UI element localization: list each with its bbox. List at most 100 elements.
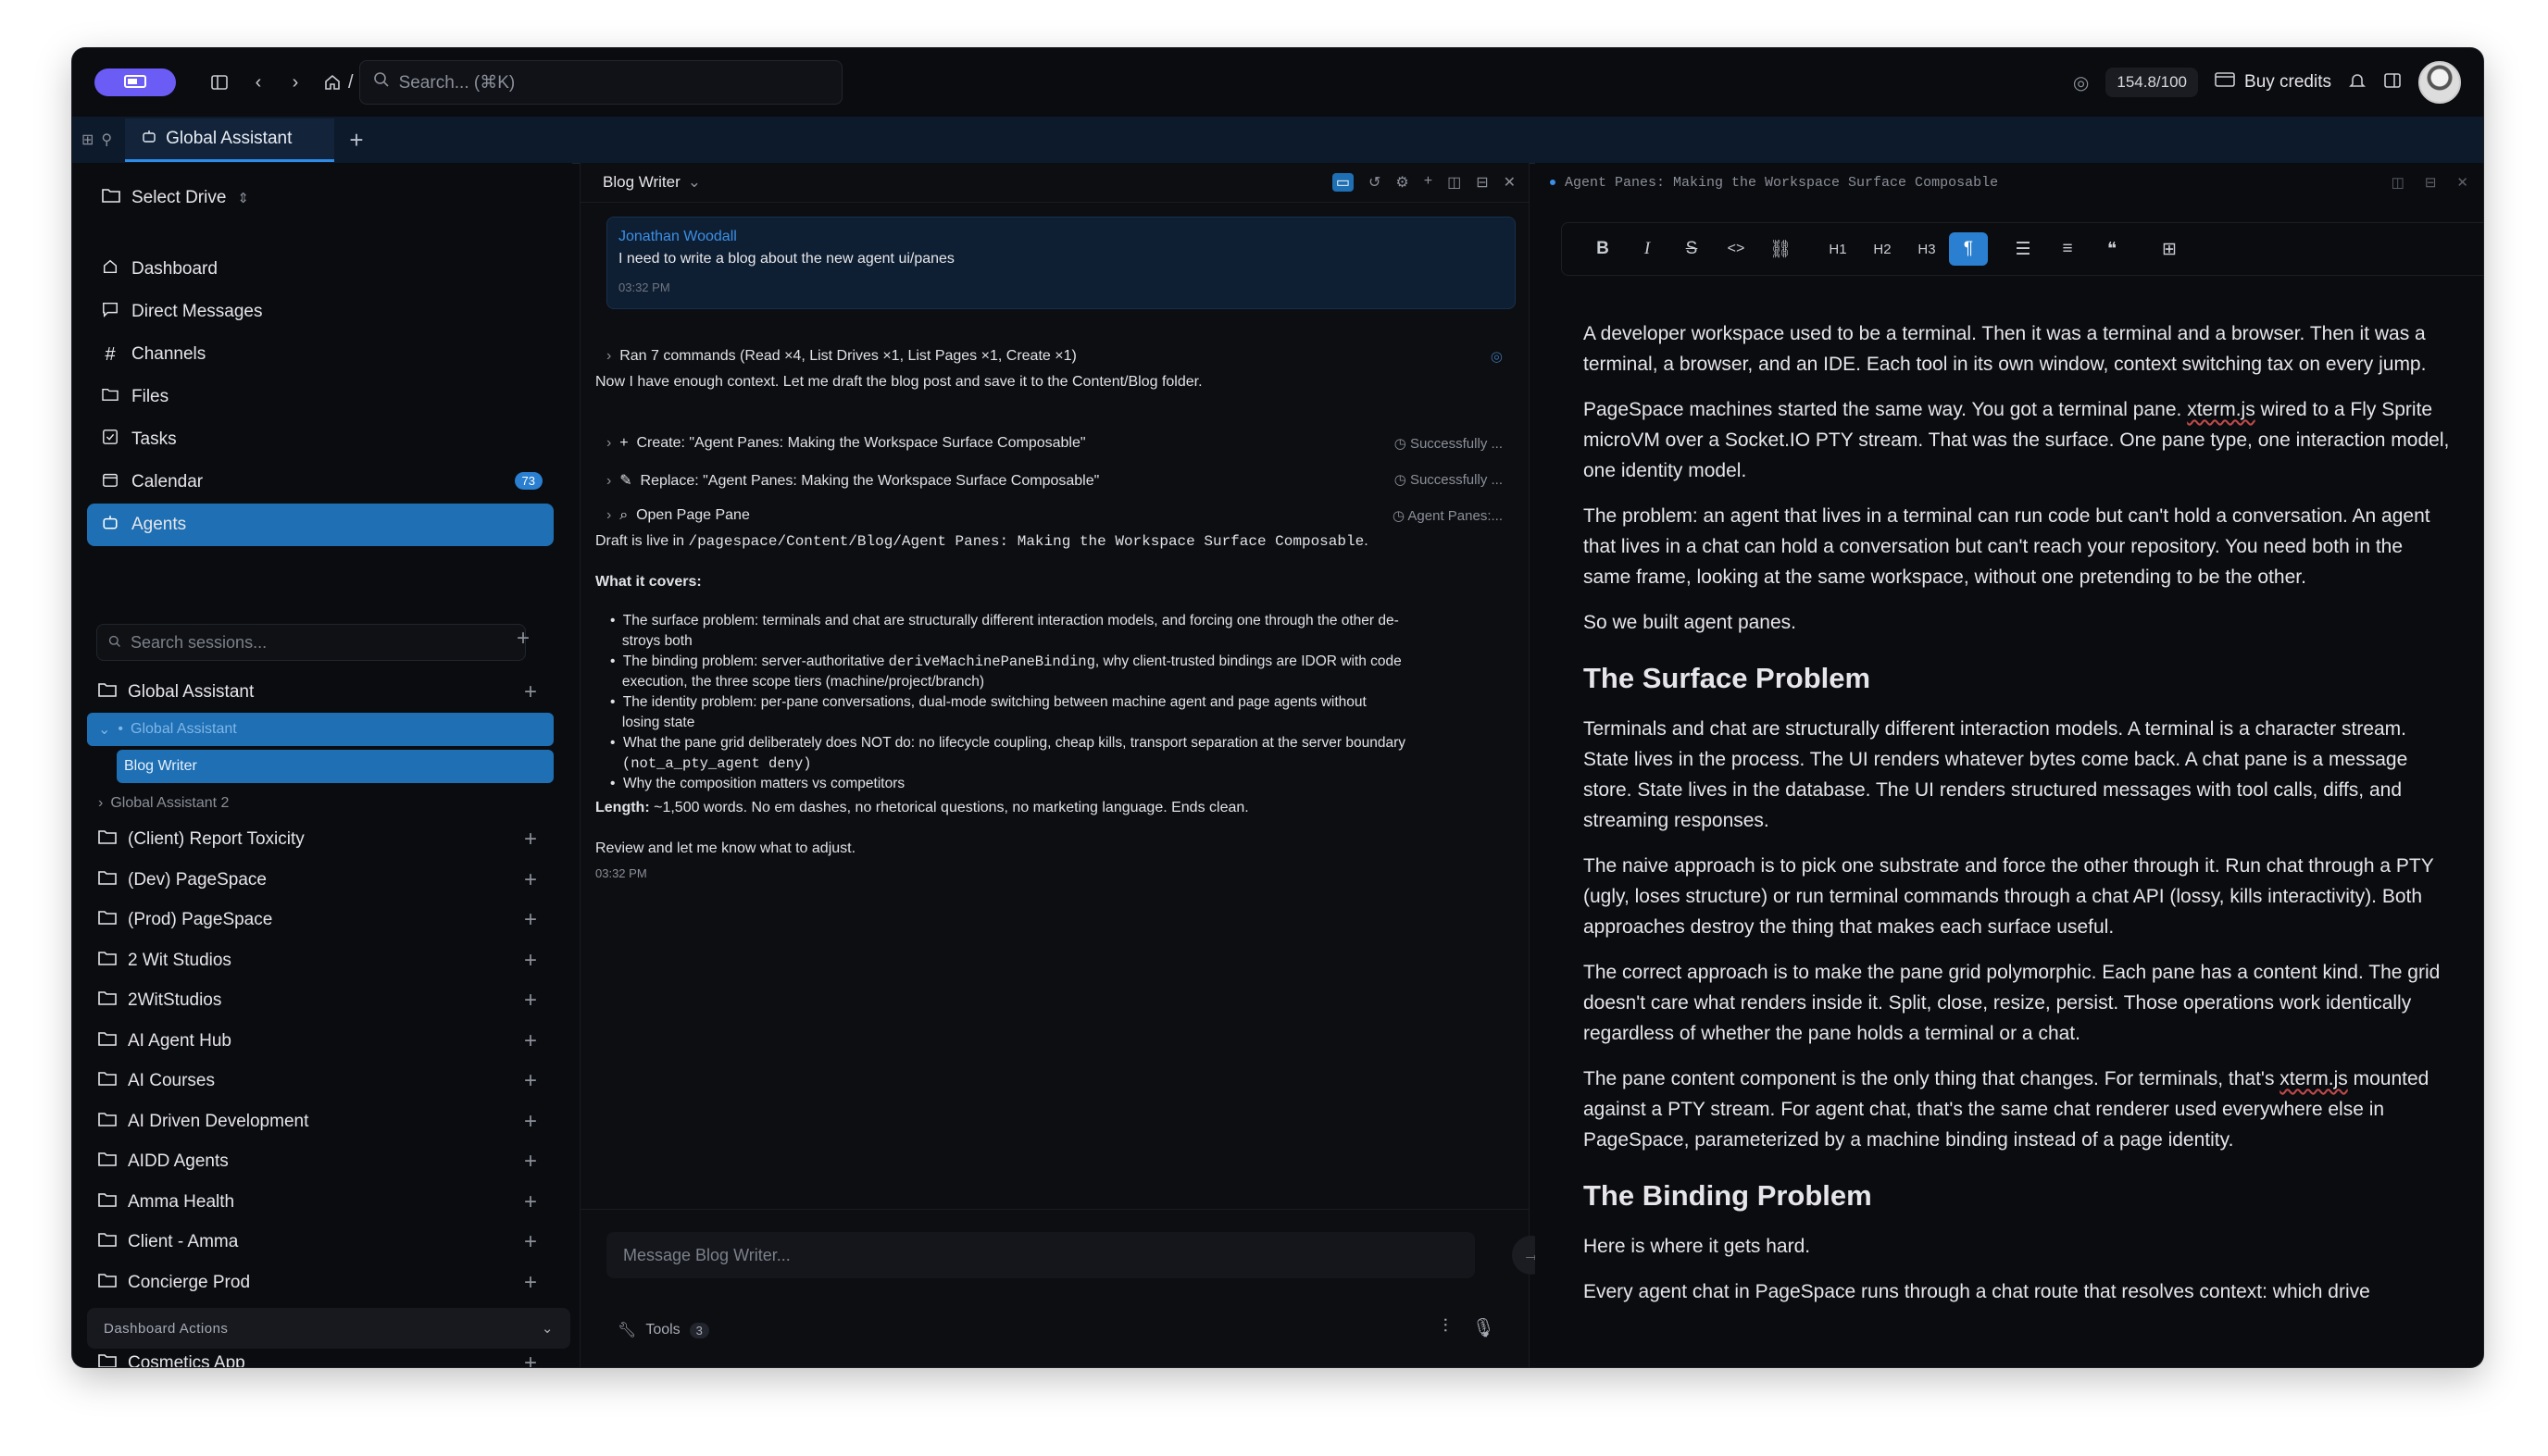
grid-icon[interactable]: ⊞	[81, 131, 94, 149]
table-icon[interactable]: ⊞	[2147, 232, 2192, 266]
add-button[interactable]: +	[524, 1149, 537, 1175]
add-button[interactable]: +	[524, 907, 537, 933]
tree-item-global-assistant[interactable]: Global Assistant +	[87, 672, 554, 713]
bold-button[interactable]: B	[1580, 232, 1625, 266]
chat-title[interactable]: Blog Writer	[603, 173, 681, 192]
tree-item-drive[interactable]: Amma Health +	[87, 1182, 554, 1223]
waveform-icon[interactable]: ⫶	[1443, 1316, 1448, 1339]
dashboard-actions-button[interactable]: Dashboard Actions ⌄	[87, 1308, 570, 1349]
sidebar-item-direct-messages[interactable]: Direct Messages	[87, 291, 554, 333]
add-button[interactable]: +	[524, 867, 537, 893]
bullet-list-icon[interactable]: ☰	[2001, 232, 2045, 266]
bell-icon[interactable]	[2348, 71, 2367, 94]
tool-call-status: ◷ Agent Panes:...	[1392, 508, 1503, 524]
tab-global-assistant[interactable]: Global Assistant	[125, 118, 335, 162]
add-button[interactable]: +	[524, 827, 537, 852]
sidebar-item-label: Agents	[131, 515, 187, 534]
add-button[interactable]: +	[524, 1229, 537, 1255]
avatar[interactable]	[2418, 61, 2461, 104]
heading-3-button[interactable]: H3	[1905, 232, 1949, 266]
plus-icon[interactable]: +	[1424, 173, 1432, 192]
tree-item-drive[interactable]: 2WitStudios +	[87, 981, 554, 1022]
add-button[interactable]: +	[524, 1270, 537, 1296]
split-horizontal-icon[interactable]: ⊟	[1476, 173, 1488, 192]
add-button[interactable]: +	[524, 1068, 537, 1094]
italic-button[interactable]: I	[1625, 232, 1669, 266]
add-tab-button[interactable]: +	[349, 126, 363, 155]
session-global-assistant[interactable]: ⌄ • Global Assistant	[87, 712, 554, 746]
close-icon[interactable]: ✕	[1504, 173, 1516, 192]
sidebar-item-agents[interactable]: Agents	[87, 504, 554, 546]
tree-item-drive[interactable]: AI Driven Development +	[87, 1101, 554, 1142]
pin-icon[interactable]: ⚲	[101, 131, 112, 149]
split-horizontal-icon[interactable]: ⊟	[2425, 174, 2437, 191]
sidebar-item-calendar[interactable]: Calendar 73	[87, 461, 554, 504]
sidebar-item-files[interactable]: Files	[87, 376, 554, 418]
sidebar-item-tasks[interactable]: Tasks	[87, 418, 554, 461]
strikethrough-button[interactable]: S	[1669, 232, 1714, 266]
folder-icon	[98, 1111, 117, 1133]
tree-item-drive[interactable]: AIDD Agents +	[87, 1142, 554, 1183]
search-sessions-input[interactable]: Search sessions...	[96, 624, 526, 661]
code-button[interactable]: <>	[1714, 232, 1758, 266]
back-icon[interactable]: ‹	[243, 67, 274, 98]
tree-item-drive[interactable]: (Prod) PageSpace +	[87, 901, 554, 941]
search-icon	[373, 71, 390, 93]
home-icon[interactable]	[317, 67, 348, 98]
close-icon[interactable]: ✕	[2456, 174, 2468, 191]
list-item: • The binding problem: server-authoritat…	[610, 653, 1402, 690]
session-global-assistant-2[interactable]: › Global Assistant 2	[87, 787, 554, 820]
tree-item-drive[interactable]: Client - Amma +	[87, 1223, 554, 1263]
microphone-icon[interactable]: 🎙︎	[1472, 1316, 1495, 1339]
tree-item-drive[interactable]: (Client) Report Toxicity +	[87, 820, 554, 861]
tree-item-drive[interactable]: (Dev) PageSpace +	[87, 860, 554, 901]
ran-commands-row[interactable]: › Ran 7 commands (Read ×4, List Drives ×…	[606, 348, 1077, 365]
heading-1-button[interactable]: H1	[1816, 232, 1860, 266]
tree-item-label: Cosmetics App	[128, 1352, 245, 1367]
add-button[interactable]: +	[524, 679, 537, 705]
tool-call-create[interactable]: › + Create: "Agent Panes: Making the Wor…	[606, 435, 1086, 452]
add-button[interactable]: +	[524, 1350, 537, 1367]
message-input[interactable]: Message Blog Writer...	[606, 1232, 1475, 1278]
quote-icon[interactable]: ❝	[2090, 232, 2134, 266]
bot-icon	[142, 129, 156, 149]
chevron-down-icon[interactable]: ⌄	[688, 173, 701, 192]
sidebar-item-dashboard[interactable]: Dashboard	[87, 248, 554, 291]
panel-toggle-icon[interactable]	[2383, 71, 2402, 94]
buy-credits-button[interactable]: Buy credits	[2215, 72, 2331, 93]
tree-item-drive[interactable]: AI Courses +	[87, 1062, 554, 1102]
ordered-list-icon[interactable]: ≡	[2045, 232, 2090, 266]
draft-path[interactable]: /pagespace/Content/Blog/Agent Panes: Mak…	[688, 533, 1364, 550]
add-button[interactable]: +	[524, 1028, 537, 1054]
link-icon[interactable]: ⛓︎	[1758, 232, 1803, 266]
add-button[interactable]: +	[524, 948, 537, 974]
sidebar-item-channels[interactable]: # Channels	[87, 333, 554, 376]
credits-counter[interactable]: 154.8/100	[2105, 68, 2199, 97]
tree-item-drive[interactable]: 2 Wit Studios +	[87, 940, 554, 981]
history-icon[interactable]: ↺	[1368, 173, 1380, 192]
session-blog-writer[interactable]: Blog Writer	[117, 749, 554, 783]
sidebar-toggle-icon[interactable]	[204, 67, 235, 98]
forward-icon[interactable]: ›	[280, 67, 311, 98]
new-session-button[interactable]: +	[517, 626, 530, 652]
select-drive-button[interactable]: Select Drive ⇕	[102, 187, 249, 209]
tree-item-drive[interactable]: Concierge Prod +	[87, 1263, 554, 1303]
chevron-down-icon: ⌄	[98, 721, 111, 738]
search-input[interactable]: Search... (⌘K)	[358, 60, 843, 105]
paragraph-button[interactable]: ¶	[1949, 232, 1988, 266]
split-vertical-icon[interactable]: ◫	[2392, 174, 2404, 191]
add-button[interactable]: +	[524, 988, 537, 1014]
settings-icon[interactable]: ⚙	[1395, 173, 1408, 192]
chat-icon[interactable]: ▭	[1331, 173, 1354, 192]
document-body[interactable]: A developer workspace used to be a termi…	[1583, 318, 2454, 1322]
heading-2-button[interactable]: H2	[1860, 232, 1905, 266]
tree-item-drive[interactable]: AI Agent Hub +	[87, 1021, 554, 1062]
add-button[interactable]: +	[524, 1189, 537, 1215]
tree-item-label: (Client) Report Toxicity	[128, 829, 305, 850]
tool-call-replace[interactable]: › ✎ Replace: "Agent Panes: Making the Wo…	[606, 471, 1099, 490]
add-button[interactable]: +	[524, 1109, 537, 1135]
app-logo[interactable]	[94, 68, 176, 96]
split-vertical-icon[interactable]: ◫	[1447, 173, 1461, 192]
tool-call-open-page-pane[interactable]: › ⌕ Open Page Pane	[606, 507, 750, 524]
tools-button[interactable]: 🔧︎ Tools 3	[618, 1321, 709, 1339]
